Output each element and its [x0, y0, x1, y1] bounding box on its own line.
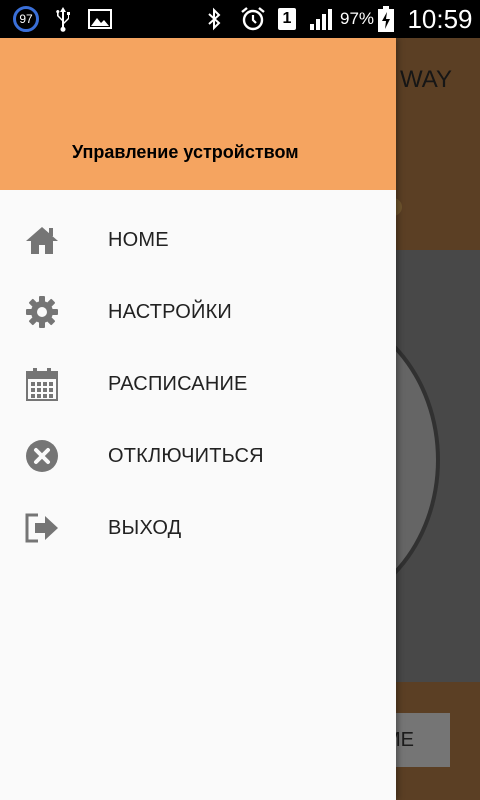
bluetooth-icon [202, 0, 226, 38]
calendar-icon [24, 366, 60, 402]
menu-item-exit[interactable]: ВЫХОД [0, 492, 396, 564]
close-circle-icon [24, 438, 60, 474]
menu-item-home[interactable]: HOME [0, 204, 396, 276]
logout-icon [24, 510, 60, 546]
image-icon [86, 0, 114, 38]
gear-icon [24, 294, 60, 330]
clock: 10:59 [407, 3, 473, 34]
status-bar: 97 1 97% 10:59 [0, 0, 480, 38]
menu-item-label: РАСПИСАНИЕ [108, 372, 248, 395]
menu-item-label: HOME [108, 228, 169, 251]
usb-icon [50, 0, 76, 38]
battery-percent: 97% [339, 9, 375, 28]
sim-slot: 1 [278, 8, 296, 30]
menu-item-label: ОТКЛЮЧИТЬСЯ [108, 444, 264, 467]
notification-count: 97 [13, 6, 39, 32]
drawer-header: Управление устройством [0, 38, 396, 190]
navigation-drawer: Управление устройством HOME НАСТРОЙКИ РА… [0, 38, 396, 800]
signal-icon [306, 0, 336, 38]
drawer-menu: HOME НАСТРОЙКИ РАСПИСАНИЕ ОТКЛЮЧИТЬСЯ ВЫ… [0, 204, 396, 564]
notification-badge: 97 [12, 0, 40, 38]
sim-icon: 1 [276, 0, 298, 38]
battery-charging-icon [376, 0, 396, 38]
drawer-header-title: Управление устройством [72, 142, 299, 162]
menu-item-settings[interactable]: НАСТРОЙКИ [0, 276, 396, 348]
alarm-icon [238, 0, 268, 38]
home-icon [24, 222, 60, 258]
menu-item-schedule[interactable]: РАСПИСАНИЕ [0, 348, 396, 420]
menu-item-label: НАСТРОЙКИ [108, 300, 232, 323]
menu-item-disconnect[interactable]: ОТКЛЮЧИТЬСЯ [0, 420, 396, 492]
menu-item-label: ВЫХОД [108, 516, 182, 539]
